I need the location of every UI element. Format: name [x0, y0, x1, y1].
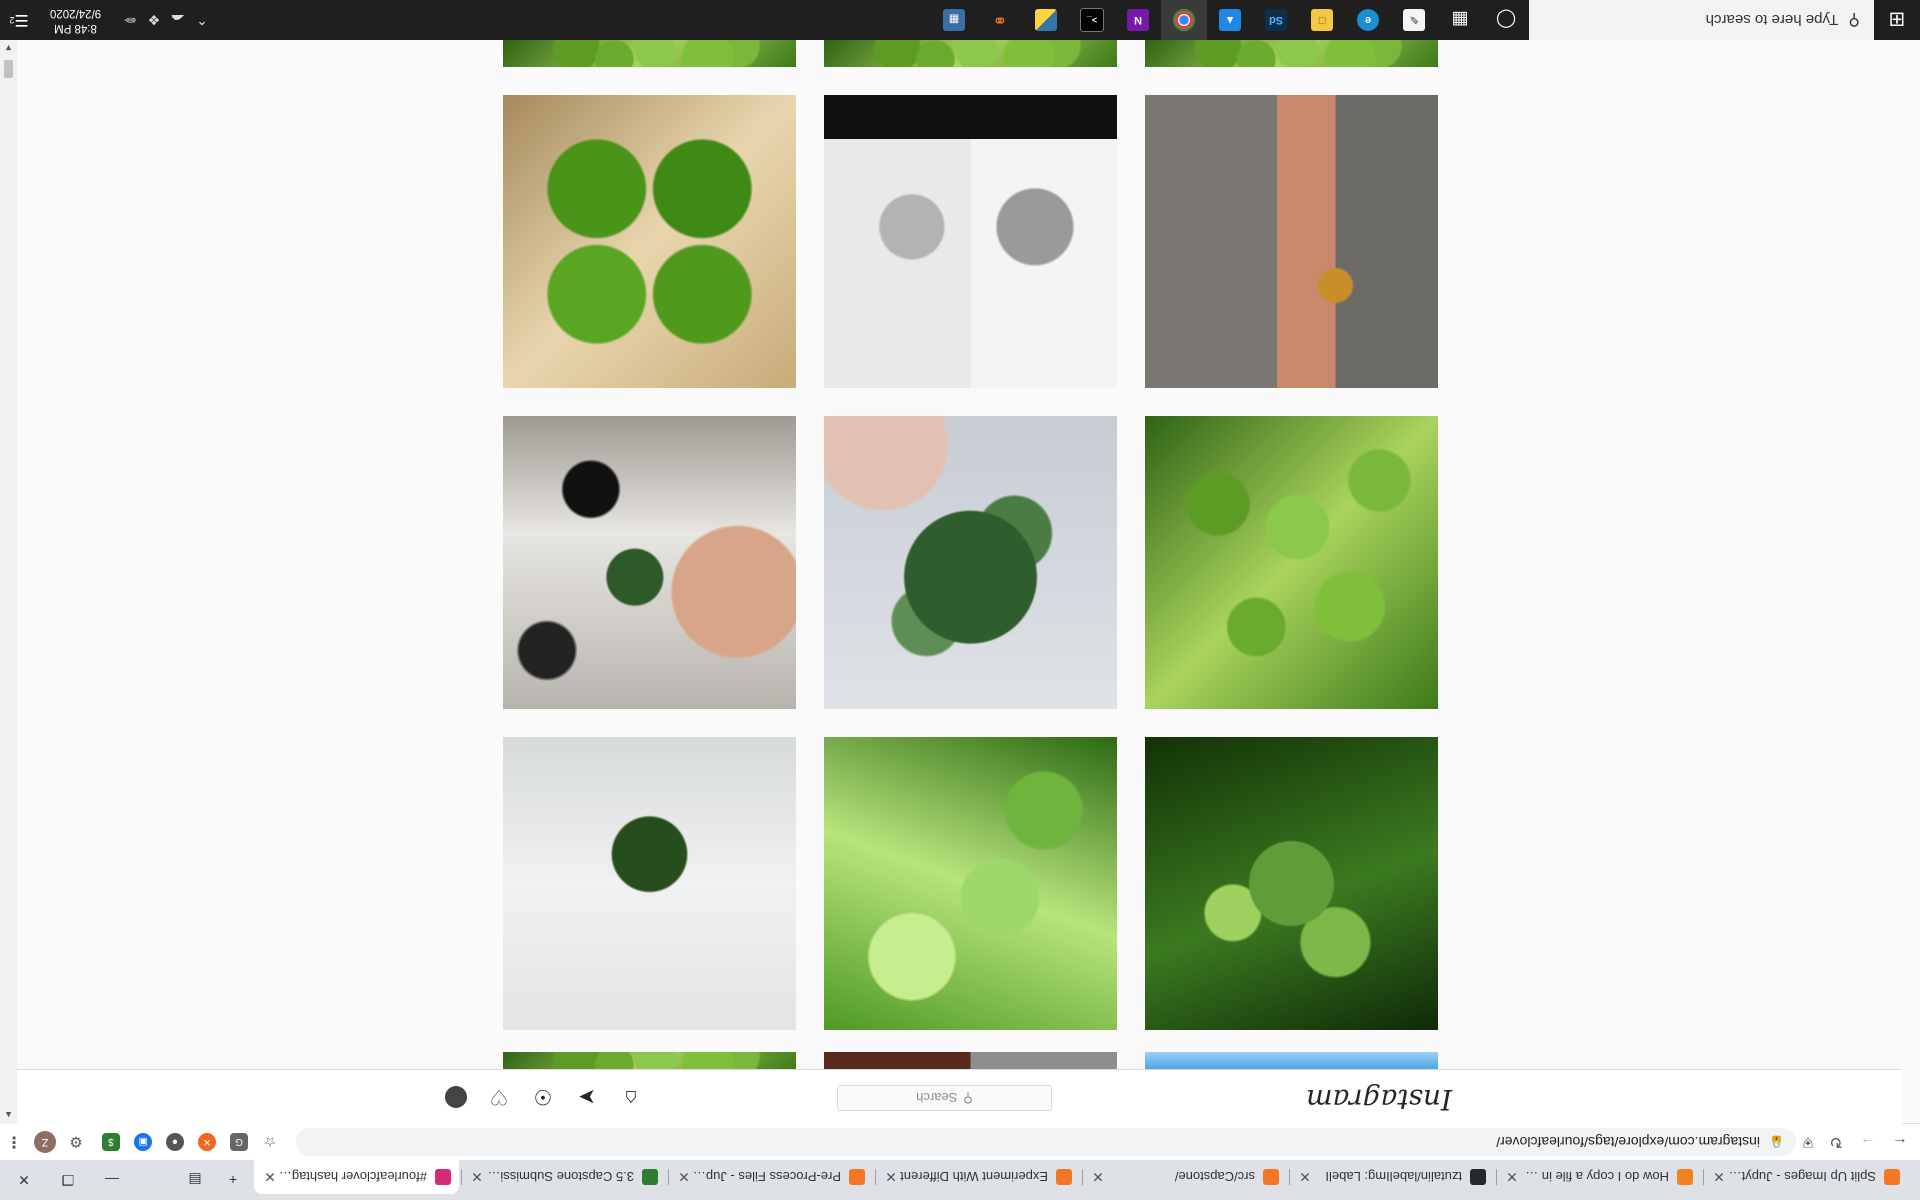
post-image	[503, 40, 796, 67]
post-image	[503, 95, 796, 388]
clock-time: 8:48 PM	[54, 22, 97, 34]
notification-count: 2	[9, 15, 15, 25]
activity-heart-icon[interactable]: ♡	[487, 1085, 511, 1109]
chrome-app-icon[interactable]	[1161, 0, 1207, 40]
clock-date: 9/24/2020	[49, 7, 102, 19]
post-image	[503, 416, 796, 709]
show-hidden-icons-icon[interactable]: ⌃	[190, 0, 214, 40]
calculator-app-icon[interactable]: ▦	[931, 0, 977, 40]
search-icon: ⚲	[1848, 11, 1860, 28]
search-icon: ⚲	[963, 1091, 973, 1106]
explore-compass-icon[interactable]: ☉	[531, 1085, 555, 1109]
home-icon[interactable]: ⌂	[619, 1085, 643, 1109]
post-thumbnail[interactable]	[824, 95, 1117, 388]
post-thumbnail[interactable]	[824, 416, 1117, 709]
post-thumbnail[interactable]	[503, 416, 796, 709]
windows-taskbar: ⊞ ⚲ Type here to search ◯ ▦ ✎ e □ Sd ▲ N…	[0, 0, 1920, 40]
instagram-search-placeholder: Search	[916, 1090, 958, 1106]
instagram-search-input[interactable]: ⚲ Search	[837, 1085, 1052, 1111]
python-app-icon[interactable]	[1023, 0, 1069, 40]
pen-icon[interactable]: ✏	[118, 0, 142, 40]
post-thumbnail[interactable]	[1145, 40, 1438, 67]
screen-rotated: Split Up Images - Jupyter N ✕ How do I cop…	[0, 0, 1920, 1200]
cortana-icon[interactable]: ◯	[1483, 0, 1529, 40]
photo-grid	[0, 0, 1920, 1200]
post-thumbnail[interactable]	[503, 737, 796, 1030]
windows-start-icon[interactable]: ⊞	[1874, 0, 1920, 40]
post-image	[1145, 737, 1438, 1030]
post-thumbnail[interactable]	[824, 1052, 1117, 1070]
onenote-app-icon[interactable]: N	[1115, 0, 1161, 40]
edge-app-icon[interactable]: e	[1345, 0, 1391, 40]
post-thumbnail[interactable]	[503, 1052, 796, 1070]
post-thumbnail[interactable]	[824, 737, 1117, 1030]
post-image	[1145, 416, 1438, 709]
task-view-icon[interactable]: ▦	[1437, 0, 1483, 40]
post-thumbnail[interactable]	[1145, 416, 1438, 709]
post-thumbnail[interactable]	[1145, 737, 1438, 1030]
post-image	[1145, 1052, 1438, 1070]
post-image	[1145, 40, 1438, 67]
onedrive-icon[interactable]: ☁	[166, 0, 190, 40]
instagram-logo[interactable]: Instagram	[1306, 1083, 1452, 1116]
post-image	[824, 95, 1117, 388]
photos-app-icon[interactable]: ▲	[1207, 0, 1253, 40]
substance-designer-icon[interactable]: Sd	[1253, 0, 1299, 40]
direct-messages-icon[interactable]: ➤	[575, 1085, 599, 1109]
jupyter-app-icon[interactable]: ⚭	[977, 0, 1023, 40]
taskbar-search-placeholder: Type here to search	[1705, 11, 1839, 29]
scroll-up-arrow[interactable]: ▲	[0, 1107, 17, 1124]
notepad-app-icon[interactable]: ✎	[1391, 0, 1437, 40]
scroll-down-arrow[interactable]: ▼	[0, 40, 17, 57]
file-explorer-icon[interactable]: □	[1299, 0, 1345, 40]
post-image	[503, 737, 796, 1030]
profile-avatar-icon[interactable]	[445, 1086, 467, 1108]
post-thumbnail[interactable]	[503, 40, 796, 67]
post-thumbnail[interactable]	[824, 40, 1117, 67]
post-thumbnail[interactable]	[503, 95, 796, 388]
taskbar-clock[interactable]: 8:48 PM 9/24/2020	[38, 0, 113, 40]
action-center-icon[interactable]: ☰ 2	[0, 0, 38, 40]
taskbar-search-box[interactable]: ⚲ Type here to search	[1529, 0, 1874, 40]
post-image	[824, 1052, 1117, 1070]
scroll-thumb[interactable]	[4, 60, 13, 78]
post-image	[503, 1052, 796, 1070]
instagram-header: Instagram ⚲ Search ⌂ ➤ ☉ ♡	[0, 1069, 1902, 1124]
post-image	[824, 40, 1117, 67]
post-image	[824, 737, 1117, 1030]
post-thumbnail[interactable]	[1145, 95, 1438, 388]
terminal-app-icon[interactable]: >_	[1069, 0, 1115, 40]
post-image	[824, 416, 1117, 709]
post-image	[1145, 95, 1438, 388]
dropbox-icon[interactable]: ❖	[142, 0, 166, 40]
post-thumbnail[interactable]	[1145, 1052, 1438, 1070]
page-scrollbar[interactable]: ▲ ▼	[0, 40, 17, 1124]
